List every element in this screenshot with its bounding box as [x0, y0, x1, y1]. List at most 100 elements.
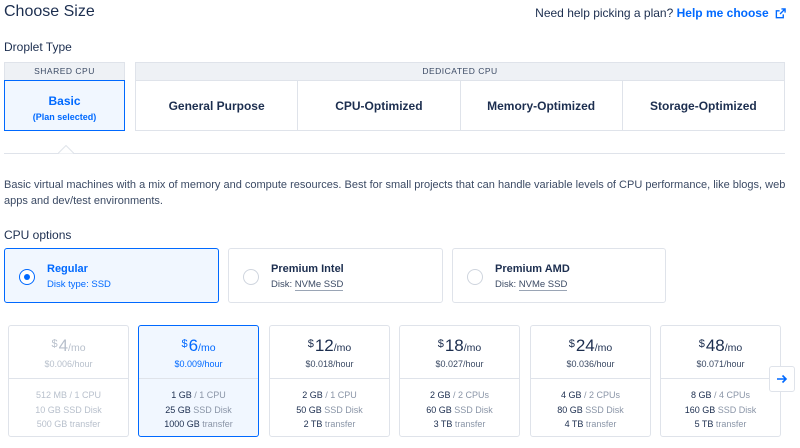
external-link-icon[interactable]: [775, 8, 786, 19]
radio-unselected-icon[interactable]: [243, 269, 259, 285]
transfer-label: transfer: [585, 419, 617, 429]
cpu-options-label: CPU options: [4, 228, 72, 242]
plan-transfer: 3 TB transfer: [400, 417, 519, 432]
transfer-label: transfer: [715, 419, 747, 429]
cpu: 1 CPU: [199, 390, 226, 400]
plan-hourly: $0.071/hour: [661, 359, 780, 369]
plan-type-storage-optimized[interactable]: Storage-Optimized: [623, 81, 784, 130]
price-value: 6: [188, 336, 199, 355]
plan-hourly: $0.006/hour: [9, 359, 128, 369]
plan-disk: 160 GB SSD Disk: [661, 403, 780, 418]
plan-specs: 512 MB / 1 CPU 10 GB SSD Disk 500 GB tra…: [9, 388, 128, 432]
plan-price: $48/mo: [661, 335, 780, 358]
cpu: 1 CPU: [74, 390, 102, 400]
page-title: Choose Size: [4, 3, 95, 20]
plan-hourly: $0.036/hour: [531, 359, 650, 369]
plan-card-4[interactable]: $4/mo $0.006/hour 512 MB / 1 CPU 10 GB S…: [8, 325, 129, 437]
radio-unselected-icon[interactable]: [467, 269, 483, 285]
cpu-option-disk: Disk: NVMe SSD: [495, 279, 568, 291]
price-unit: /mo: [333, 342, 352, 354]
disk-size: 50 GB: [296, 404, 322, 415]
disk-type: NVMe SSD: [294, 279, 344, 291]
ram: 512 MB: [35, 390, 67, 400]
ram: 8 GB: [690, 390, 712, 400]
section-divider: [4, 153, 785, 154]
basic-label: Basic: [48, 94, 81, 108]
disk-size: 60 GB: [426, 404, 452, 415]
cpu-option-premium-amd[interactable]: Premium AMD Disk: NVMe SSD: [452, 248, 666, 303]
plan-divider: [400, 378, 519, 379]
cpu: 2 CPUs: [589, 390, 621, 400]
plan-card-18[interactable]: $18/mo $0.027/hour 2 GB / 2 CPUs 60 GB S…: [399, 325, 520, 437]
currency: $: [51, 338, 58, 350]
plan-card-12[interactable]: $12/mo $0.018/hour 2 GB / 1 CPU 50 GB SS…: [269, 325, 390, 437]
plan-ram-cpu: 1 GB / 1 CPU: [171, 390, 226, 400]
plan-card-48[interactable]: $48/mo $0.071/hour 8 GB / 4 CPUs 160 GB …: [660, 325, 781, 437]
plan-price: $24/mo: [531, 335, 650, 358]
price-unit: /mo: [594, 342, 613, 354]
disk-type: SSD Disk: [63, 404, 102, 415]
plan-disk: 60 GB SSD Disk: [400, 403, 519, 418]
plan-specs: 1 GB / 1 CPU 25 GB SSD Disk 1000 GB tran…: [139, 388, 258, 432]
cpu-option-disk: Disk type: SSD: [47, 279, 111, 290]
plan-type-basic[interactable]: Basic (Plan selected): [4, 80, 125, 131]
hourly-unit: /hour: [202, 359, 223, 369]
cpu-option-name: Regular: [47, 263, 88, 275]
plan-type-cpu-optimized[interactable]: CPU-Optimized: [298, 81, 461, 130]
plan-divider: [270, 378, 389, 379]
transfer-label: transfer: [69, 419, 101, 429]
disk-size: 160 GB: [684, 404, 716, 415]
plan-type-memory-optimized[interactable]: Memory-Optimized: [461, 81, 623, 130]
hourly-value: $0.018: [305, 359, 333, 369]
plan-hourly: $0.027/hour: [400, 359, 519, 369]
disk-size: 10 GB: [35, 404, 61, 415]
cpu-option-premium-intel[interactable]: Premium Intel Disk: NVMe SSD: [228, 248, 443, 303]
cpu: 2 CPUs: [458, 390, 490, 400]
plan-card-24[interactable]: $24/mo $0.036/hour 4 GB / 2 CPUs 80 GB S…: [530, 325, 651, 437]
price-unit: /mo: [463, 342, 482, 354]
plan-hourly: $0.009/hour: [139, 359, 258, 369]
cpu-option-disk: Disk: NVMe SSD: [271, 279, 344, 291]
price-value: 12: [314, 336, 334, 355]
price-value: 48: [705, 336, 725, 355]
disk-type: SSD Disk: [454, 404, 493, 415]
plan-transfer: 4 TB transfer: [531, 417, 650, 432]
next-plans-button[interactable]: [769, 366, 795, 392]
disk-type: SSD Disk: [717, 404, 757, 415]
plan-price: $18/mo: [400, 335, 519, 358]
dedicated-cpu-options: General Purpose CPU-Optimized Memory-Opt…: [135, 80, 785, 131]
disk-type: SSD Disk: [193, 404, 232, 415]
radio-selected-icon[interactable]: [19, 269, 35, 285]
plan-disk: 25 GB SSD Disk: [139, 403, 258, 418]
plan-specs: 4 GB / 2 CPUs 80 GB SSD Disk 4 TB transf…: [531, 388, 650, 432]
cpu-option-name: Premium Intel: [271, 263, 344, 275]
dedicated-cpu-header: DEDICATED CPU: [135, 62, 785, 80]
ram: 1 GB: [171, 390, 192, 400]
hourly-value: $0.027: [435, 359, 463, 369]
price-value: 18: [444, 336, 464, 355]
droplet-type-label: Droplet Type: [4, 40, 72, 54]
hourly-value: $0.071: [696, 359, 724, 369]
hourly-value: $0.009: [174, 359, 202, 369]
cpu-option-regular[interactable]: Regular Disk type: SSD: [4, 248, 219, 303]
hourly-value: $0.036: [566, 359, 594, 369]
transfer: 1000 GB: [164, 419, 200, 429]
hourly-unit: /hour: [72, 359, 93, 369]
help-me-choose-link[interactable]: Help me choose: [677, 6, 769, 20]
help-text: Need help picking a plan?: [535, 6, 674, 20]
plan-ram-cpu: 4 GB / 2 CPUs: [560, 390, 621, 400]
plan-description: Basic virtual machines with a mix of mem…: [4, 179, 786, 207]
hourly-unit: /hour: [594, 359, 615, 369]
arrow-right-icon: [777, 374, 788, 384]
plan-ram-cpu: 2 GB / 2 CPUs: [429, 390, 490, 400]
disk-prefix: Disk type:: [47, 279, 92, 290]
plan-specs: 2 GB / 2 CPUs 60 GB SSD Disk 3 TB transf…: [400, 388, 519, 432]
disk-size: 25 GB: [165, 404, 191, 415]
plan-type-general-purpose[interactable]: General Purpose: [136, 81, 299, 130]
cpu-option-name: Premium AMD: [495, 263, 570, 275]
selection-caret-icon: [58, 145, 74, 154]
hourly-unit: /hour: [333, 359, 354, 369]
transfer: 2 TB: [303, 419, 323, 429]
transfer: 500 GB: [36, 419, 68, 429]
plan-card-6[interactable]: $6/mo $0.009/hour 1 GB / 1 CPU 25 GB SSD…: [138, 325, 259, 437]
